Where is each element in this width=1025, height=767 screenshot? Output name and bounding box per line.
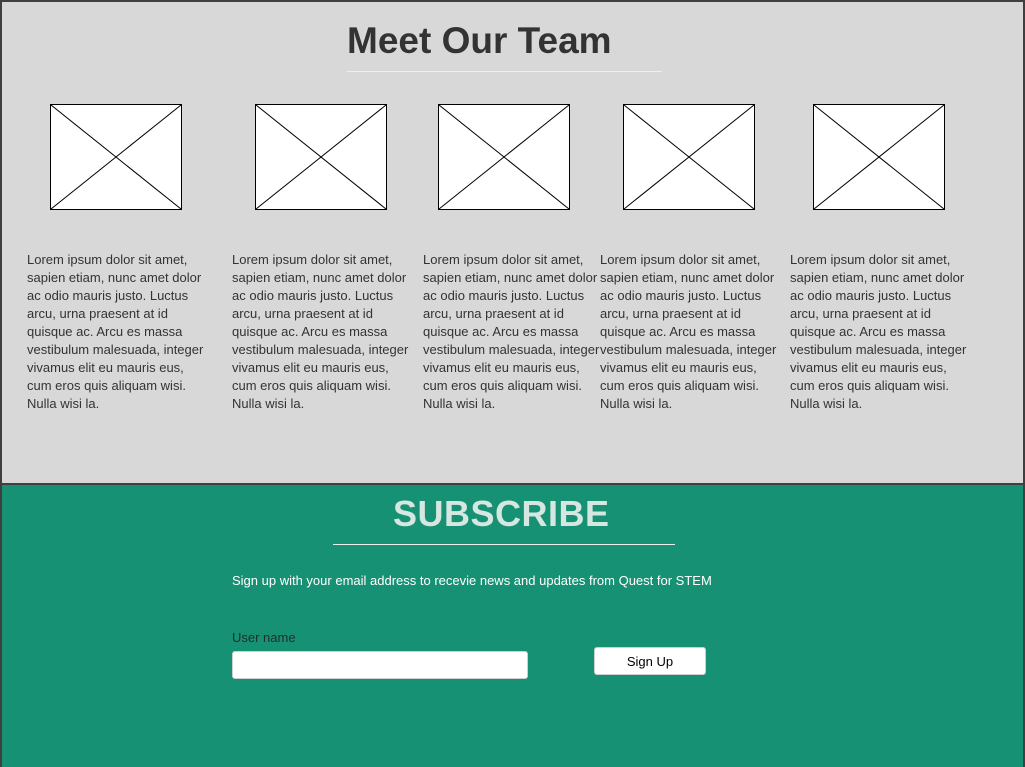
subscribe-title: SUBSCRIBE bbox=[393, 493, 610, 534]
team-section: Meet Our Team Lorem ipsum dolor sit amet… bbox=[0, 0, 1025, 485]
username-label: User name bbox=[232, 630, 296, 645]
image-placeholder-icon bbox=[439, 105, 569, 209]
subscribe-description: Sign up with your email address to recev… bbox=[232, 573, 712, 588]
team-member-photo bbox=[438, 104, 570, 210]
team-member-bio: Lorem ipsum dolor sit amet, sapien etiam… bbox=[790, 252, 967, 411]
team-member-bio: Lorem ipsum dolor sit amet, sapien etiam… bbox=[600, 252, 777, 411]
team-member-photo bbox=[813, 104, 945, 210]
username-input[interactable] bbox=[232, 651, 528, 679]
team-member-photo bbox=[255, 104, 387, 210]
image-placeholder-icon bbox=[624, 105, 754, 209]
team-title-divider bbox=[347, 71, 662, 72]
team-member-photo bbox=[623, 104, 755, 210]
page: Meet Our Team Lorem ipsum dolor sit amet… bbox=[0, 0, 1025, 767]
team-member-bio: Lorem ipsum dolor sit amet, sapien etiam… bbox=[423, 252, 600, 411]
image-placeholder-icon bbox=[814, 105, 944, 209]
subscribe-title-divider bbox=[333, 544, 675, 545]
team-member-bio: Lorem ipsum dolor sit amet, sapien etiam… bbox=[27, 252, 204, 411]
team-member-bio: Lorem ipsum dolor sit amet, sapien etiam… bbox=[232, 252, 409, 411]
subscribe-section: SUBSCRIBE Sign up with your email addres… bbox=[0, 483, 1025, 767]
team-title: Meet Our Team bbox=[347, 20, 612, 61]
image-placeholder-icon bbox=[51, 105, 181, 209]
signup-button[interactable]: Sign Up bbox=[594, 647, 706, 675]
image-placeholder-icon bbox=[256, 105, 386, 209]
team-member-photo bbox=[50, 104, 182, 210]
